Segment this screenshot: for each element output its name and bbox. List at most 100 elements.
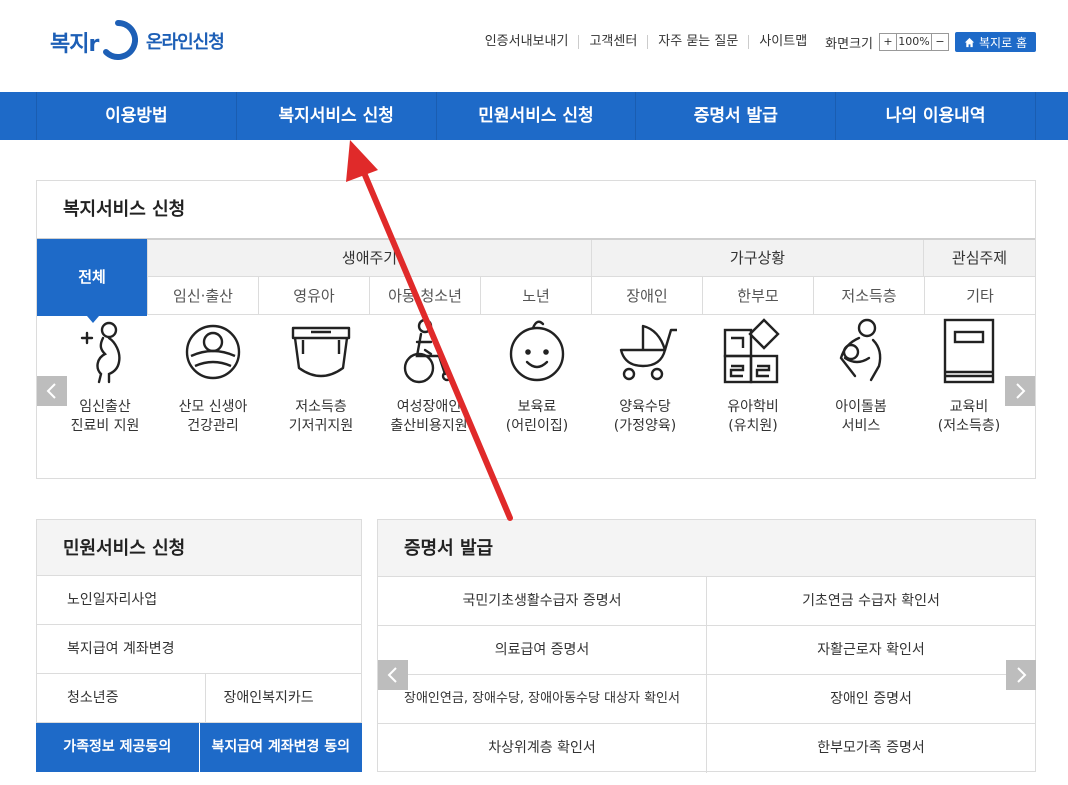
cert-item[interactable]: 국민기초생활수급자 증명서 (378, 577, 707, 626)
tab-disabled[interactable]: 장애인 (591, 277, 702, 315)
utility-bar: 인증서내보내기 고객센터 자주 묻는 질문 사이트맵 화면크기 + 100% −… (475, 32, 1036, 52)
tab-all-label: 전체 (78, 268, 106, 286)
civil-item-youth-card[interactable]: 청소년증 (36, 674, 206, 723)
home-label: 복지로 홈 (979, 35, 1027, 50)
service-label-1: 산모 신생아 (178, 399, 248, 415)
link-customer-center[interactable]: 고객센터 (578, 35, 647, 49)
welfare-home-button[interactable]: 복지로 홈 (955, 32, 1036, 52)
logo-mark: 복지r (48, 18, 140, 64)
group-life-cycle[interactable]: 생애주기 (147, 240, 591, 277)
service-label-1: 아이돌봄 (835, 399, 887, 415)
cert-item[interactable]: 기초연금 수급자 확인서 (707, 577, 1035, 626)
welfare-service-panel: 복지서비스 신청 전체 생애주기 가구상황 관심주제 임신·출산 영유아 아동·… (36, 180, 1036, 479)
zoom-out-button[interactable]: − (932, 34, 949, 50)
tab-other[interactable]: 기타 (924, 277, 1035, 315)
link-sitemap[interactable]: 사이트맵 (748, 35, 817, 49)
cert-item[interactable]: 차상위계층 확인서 (378, 724, 707, 773)
civil-item-elderly-jobs[interactable]: 노인일자리사업 (36, 576, 362, 625)
service-item[interactable]: 보육료 (어린이집) (482, 316, 592, 436)
cert-list: 국민기초생활수급자 증명서 기초연금 수급자 확인서 의료급여 증명서 자활근로… (378, 577, 1035, 773)
service-item[interactable]: 교육비 (저소득층) (914, 316, 1024, 436)
blocks-icon (723, 318, 780, 384)
service-label-2: 출산비용지원 (390, 418, 468, 434)
cert-item[interactable]: 의료급여 증명서 (378, 626, 707, 675)
link-export-certificate[interactable]: 인증서내보내기 (475, 35, 579, 49)
nav-welfare-service[interactable]: 복지서비스 신청 (235, 92, 436, 140)
book-icon (943, 318, 995, 384)
family-info-consent-button[interactable]: 가족정보 제공동의 (36, 723, 199, 772)
group-interest[interactable]: 관심주제 (923, 240, 1035, 277)
zoom-label: 화면크기 (825, 36, 874, 52)
service-item[interactable]: 산모 신생아건강관리 (158, 316, 268, 436)
logo[interactable]: 복지r 온라인신청 (48, 18, 225, 64)
cert-item[interactable]: 장애인 증명서 (707, 675, 1035, 724)
group-household[interactable]: 가구상황 (591, 240, 923, 277)
service-label-1: 여성장애인 (396, 399, 462, 415)
baby-basket-icon (185, 324, 241, 380)
nav-civil-service[interactable]: 민원서비스 신청 (435, 92, 636, 140)
cert-item[interactable]: 장애인연금, 장애수당, 장애아동수당 대상자 확인서 (378, 675, 707, 724)
civil-consent-buttons: 가족정보 제공동의 복지급여 계좌변경 동의 (36, 723, 362, 772)
service-label-1: 유아학비 (727, 399, 779, 415)
civil-item-disability-card[interactable]: 장애인복지카드 (205, 674, 362, 723)
chevron-right-icon (1017, 667, 1027, 683)
tab-elderly[interactable]: 노년 (480, 277, 591, 315)
logo-subtitle: 온라인신청 (146, 32, 225, 53)
wheelchair-icon (403, 318, 453, 384)
chevron-left-icon (387, 667, 397, 683)
service-item[interactable]: 양육수당 (가정양육) (590, 316, 700, 436)
service-label-1: 양육수당 (619, 399, 671, 415)
civil-service-panel: 민원서비스 신청 노인일자리사업 복지급여 계좌변경 청소년증 장애인복지카드 … (36, 519, 362, 772)
logo-swoosh-icon (103, 20, 138, 60)
civil-item-account-change[interactable]: 복지급여 계좌변경 (36, 625, 362, 674)
cert-item[interactable]: 한부모가족 증명서 (707, 724, 1035, 773)
account-change-consent-button[interactable]: 복지급여 계좌변경 동의 (198, 723, 362, 772)
tab-all[interactable]: 전체 (37, 239, 147, 323)
link-faq[interactable]: 자주 묻는 질문 (647, 35, 748, 49)
civil-split-row: 청소년증 장애인복지카드 (36, 674, 362, 723)
nav-certificates[interactable]: 증명서 발급 (635, 92, 835, 140)
service-label-2: (가정양육) (613, 418, 677, 434)
cert-prev-button[interactable] (378, 660, 408, 690)
panel-title: 복지서비스 신청 (63, 199, 186, 220)
caregiver-icon (839, 318, 882, 382)
baby-face-icon (509, 320, 565, 382)
service-item[interactable]: 임신출산진료비 지원 (50, 316, 160, 436)
stroller-icon (619, 324, 677, 381)
main-nav: 이용방법 복지서비스 신청 민원서비스 신청 증명서 발급 나의 이용내역 (0, 92, 1068, 140)
zoom-in-button[interactable]: + (880, 34, 897, 50)
service-label-1: 저소득층 (295, 399, 347, 415)
service-item[interactable]: 유아학비 (유치원) (698, 316, 808, 436)
service-label-1: 임신출산 (79, 399, 131, 415)
pregnancy-icon (80, 321, 121, 384)
nav-my-history[interactable]: 나의 이용내역 (835, 92, 1036, 140)
service-label-2: 진료비 지원 (70, 418, 140, 434)
nav-how-to-use[interactable]: 이용방법 (36, 92, 236, 140)
home-icon (964, 37, 975, 47)
tab-child-youth[interactable]: 아동·청소년 (369, 277, 480, 315)
service-carousel: 임신출산 진료비 지원 산모 신생아 건강관리 저소득층 기저귀지원 여성장애인… (37, 316, 1035, 478)
service-label-2: (어린이집) (505, 418, 569, 434)
zoom-control: + 100% − (879, 33, 950, 51)
service-item[interactable]: 여성장애인출산비용지원 (374, 316, 484, 436)
tab-pregnancy[interactable]: 임신·출산 (147, 277, 258, 315)
service-item[interactable]: 저소득층 기저귀지원 (266, 316, 376, 436)
certificate-panel: 증명서 발급 국민기초생활수급자 증명서 기초연금 수급자 확인서 의료급여 증… (377, 519, 1036, 773)
service-item[interactable]: 아이돌봄서비스 (806, 316, 916, 436)
service-label-2: 건강관리 (187, 418, 239, 434)
zoom-value: 100% (896, 34, 933, 50)
category-filter: 전체 생애주기 가구상황 관심주제 임신·출산 영유아 아동·청소년 노년 장애… (37, 238, 1035, 323)
cert-item[interactable]: 자활근로자 확인서 (707, 626, 1035, 675)
civil-title: 민원서비스 신청 (36, 519, 362, 576)
tab-low-income[interactable]: 저소득층 (813, 277, 924, 315)
tab-single-parent[interactable]: 한부모 (702, 277, 813, 315)
service-label-1: 교육비 (949, 399, 989, 415)
service-label-2: (유치원) (728, 418, 778, 434)
diaper-icon (291, 326, 351, 378)
site-header: 복지r 온라인신청 인증서내보내기 고객센터 자주 묻는 질문 사이트맵 화면크… (0, 0, 1068, 92)
cert-title: 증명서 발급 (378, 520, 1035, 577)
tab-infant[interactable]: 영유아 (258, 277, 369, 315)
cert-next-button[interactable] (1006, 660, 1036, 690)
logo-text: 복지r (50, 32, 99, 57)
service-label-2: 서비스 (841, 418, 881, 434)
